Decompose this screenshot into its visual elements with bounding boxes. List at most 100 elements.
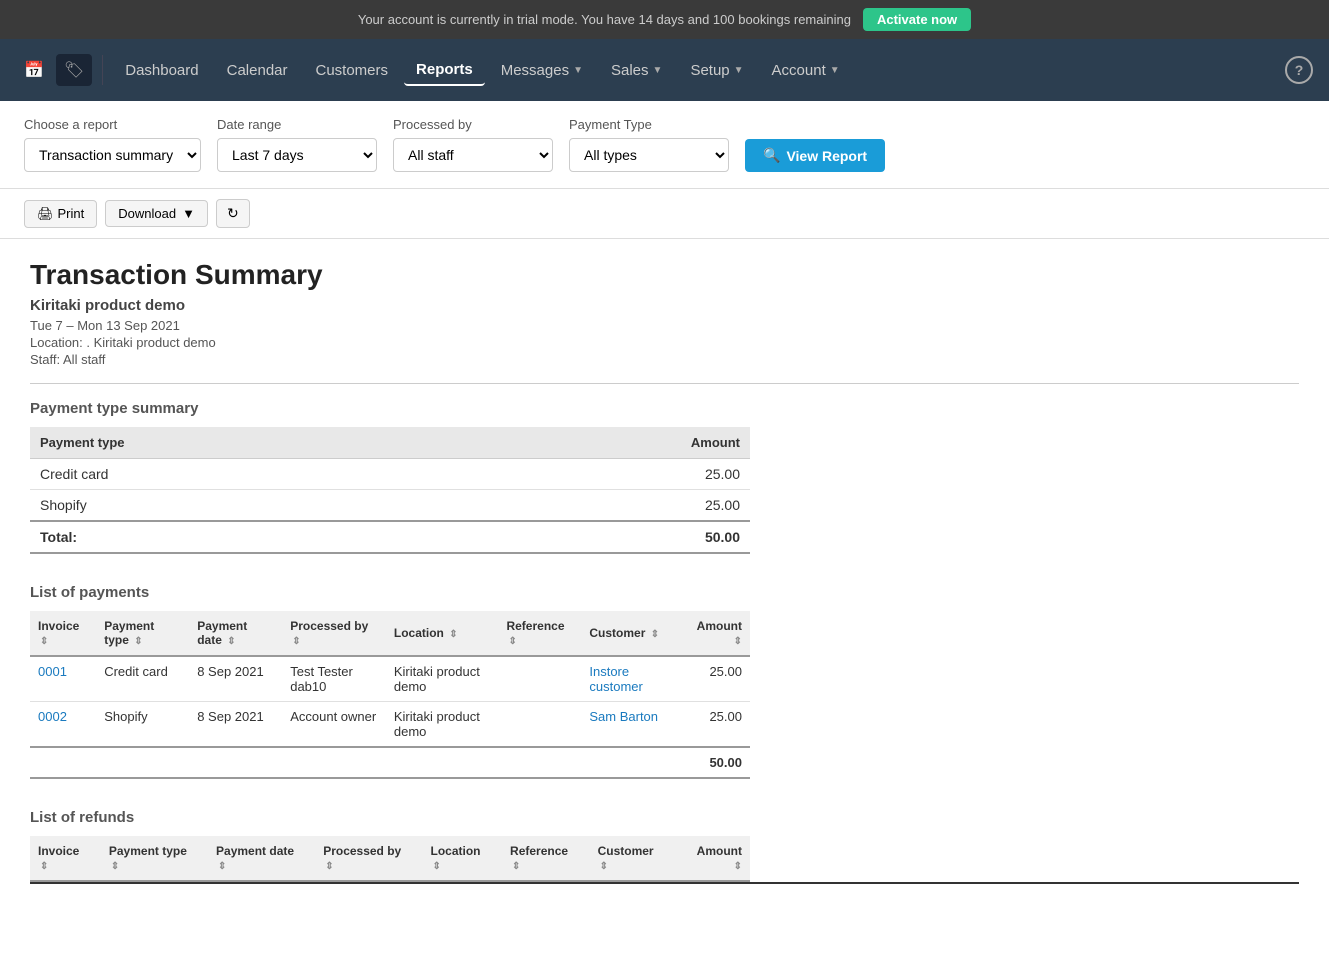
col-invoice[interactable]: Invoice ⇕ xyxy=(30,836,101,881)
refunds-table-header-row: Invoice ⇕ Payment type ⇕ Payment date ⇕ … xyxy=(30,836,750,881)
payments-total-amount: 50.00 xyxy=(680,747,750,778)
download-label: Download xyxy=(118,206,176,221)
action-bar: 🖨 Print Download ▼ ↻ xyxy=(0,189,1329,239)
refund-payment-type-sort-icon: ⇕ xyxy=(111,861,119,872)
nav-dashboard[interactable]: Dashboard xyxy=(113,56,210,85)
view-report-label: View Report xyxy=(786,148,867,164)
sales-arrow-icon: ▼ xyxy=(653,65,663,76)
payment-date-cell: 8 Sep 2021 xyxy=(189,656,282,702)
processed-by-cell: Test Tester dab10 xyxy=(282,656,386,702)
customer-link: Instore customer xyxy=(589,664,642,694)
col-location[interactable]: Location ⇕ xyxy=(386,611,499,656)
refund-amount-sort-icon: ⇕ xyxy=(734,861,742,872)
col-customer[interactable]: Customer ⇕ xyxy=(590,836,676,881)
payment-type-select[interactable]: All types Credit card Shopify Cash xyxy=(569,138,729,172)
reference-sort-icon: ⇕ xyxy=(508,636,516,647)
trial-text: Your account is currently in trial mode.… xyxy=(358,12,851,27)
location-cell: Kiritaki product demo xyxy=(386,656,499,702)
report-title: Transaction Summary xyxy=(30,259,1299,291)
invoice-sort-icon: ⇕ xyxy=(40,636,48,647)
download-button[interactable]: Download ▼ xyxy=(105,200,208,227)
report-filter-label: Choose a report xyxy=(24,117,201,132)
customer-cell[interactable]: Sam Barton xyxy=(581,702,679,748)
refund-reference-sort-icon: ⇕ xyxy=(512,861,520,872)
payments-table-header-row: Invoice ⇕ Payment type ⇕ Payment date ⇕ … xyxy=(30,611,750,656)
customer-cell[interactable]: Instore customer xyxy=(581,656,679,702)
report-wrapper: Transaction Summary Kiritaki product dem… xyxy=(0,239,1329,954)
refunds-table: Invoice ⇕ Payment type ⇕ Payment date ⇕ … xyxy=(30,836,750,882)
report-location: Location: . Kiritaki product demo xyxy=(30,335,1299,350)
payment-type-summary-title: Payment type summary xyxy=(30,400,1299,417)
payment-type-label: Payment Type xyxy=(569,117,729,132)
refund-customer-sort-icon: ⇕ xyxy=(600,861,608,872)
list-of-refunds-title: List of refunds xyxy=(30,809,1299,826)
calendar-icon-button[interactable]: 📅 xyxy=(16,54,52,86)
processed-by-sort-icon: ⇕ xyxy=(292,636,300,647)
nav-sales[interactable]: Sales ▼ xyxy=(599,56,674,85)
view-report-button[interactable]: 🔍 View Report xyxy=(745,139,885,172)
col-invoice[interactable]: Invoice ⇕ xyxy=(30,611,96,656)
col-amount[interactable]: Amount ⇕ xyxy=(680,611,750,656)
amount-sort-icon: ⇕ xyxy=(734,636,742,647)
list-of-payments-section: List of payments Invoice ⇕ Payment type … xyxy=(30,584,1299,779)
refund-location-sort-icon: ⇕ xyxy=(433,861,441,872)
col-location[interactable]: Location ⇕ xyxy=(423,836,503,881)
col-payment-date[interactable]: Payment date ⇕ xyxy=(208,836,315,881)
print-button[interactable]: 🖨 Print xyxy=(24,200,97,228)
amount-cell: 25.00 xyxy=(463,459,750,490)
total-amount: 50.00 xyxy=(463,521,750,553)
date-range-select[interactable]: Today Last 7 days Last 30 days Custom xyxy=(217,138,377,172)
location-cell: Kiritaki product demo xyxy=(386,702,499,748)
col-payment-type[interactable]: Payment type ⇕ xyxy=(101,836,208,881)
payment-type-sort-icon: ⇕ xyxy=(134,636,142,647)
nav-customers[interactable]: Customers xyxy=(304,56,401,85)
invoice-cell[interactable]: 0002 xyxy=(30,702,96,748)
customer-link: Sam Barton xyxy=(589,709,658,724)
payment-type-cell: Credit card xyxy=(30,459,463,490)
report-date-range: Tue 7 – Mon 13 Sep 2021 xyxy=(30,318,1299,333)
reference-cell xyxy=(498,702,581,748)
col-processed-by[interactable]: Processed by ⇕ xyxy=(282,611,386,656)
tag-icon-button[interactable]: 🏷 xyxy=(56,54,92,86)
report-staff: Staff: All staff xyxy=(30,352,1299,367)
location-sort-icon: ⇕ xyxy=(449,629,457,640)
refresh-button[interactable]: ↻ xyxy=(216,199,250,228)
refunds-table-bottom-border xyxy=(30,882,1299,884)
refund-invoice-sort-icon: ⇕ xyxy=(40,861,48,872)
col-amount[interactable]: Amount ⇕ xyxy=(675,836,750,881)
invoice-cell[interactable]: 0001 xyxy=(30,656,96,702)
col-payment-date[interactable]: Payment date ⇕ xyxy=(189,611,282,656)
download-arrow-icon: ▼ xyxy=(182,206,195,221)
nav-calendar[interactable]: Calendar xyxy=(215,56,300,85)
table-row: Credit card 25.00 xyxy=(30,459,750,490)
nav-reports[interactable]: Reports xyxy=(404,55,485,86)
processed-by-select[interactable]: All staff Account owner Test Tester dab1… xyxy=(393,138,553,172)
help-button[interactable]: ? xyxy=(1285,56,1313,84)
table-row: 0001 Credit card 8 Sep 2021 Test Tester … xyxy=(30,656,750,702)
payment-type-filter-group: Payment Type All types Credit card Shopi… xyxy=(569,117,729,172)
nav-divider xyxy=(102,55,103,85)
print-icon: 🖨 xyxy=(37,206,54,222)
activate-button[interactable]: Activate now xyxy=(863,8,971,31)
col-reference[interactable]: Reference ⇕ xyxy=(502,836,590,881)
table-row: Shopify 25.00 xyxy=(30,490,750,522)
col-reference[interactable]: Reference ⇕ xyxy=(498,611,581,656)
processed-by-cell: Account owner xyxy=(282,702,386,748)
nav-messages[interactable]: Messages ▼ xyxy=(489,56,595,85)
list-of-refunds-section: List of refunds Invoice ⇕ Payment type ⇕… xyxy=(30,809,1299,884)
col-payment-type[interactable]: Payment type ⇕ xyxy=(96,611,189,656)
print-label: Print xyxy=(58,206,85,221)
col-processed-by[interactable]: Processed by ⇕ xyxy=(315,836,422,881)
total-spacer xyxy=(30,747,680,778)
nav-setup[interactable]: Setup ▼ xyxy=(678,56,755,85)
invoice-link: 0002 xyxy=(38,709,67,724)
report-divider-1 xyxy=(30,383,1299,384)
col-customer[interactable]: Customer ⇕ xyxy=(581,611,679,656)
payment-date-cell: 8 Sep 2021 xyxy=(189,702,282,748)
refund-payment-date-sort-icon: ⇕ xyxy=(218,861,226,872)
report-select[interactable]: Transaction summary Payment summary Sale… xyxy=(24,138,201,172)
payment-type-cell: Credit card xyxy=(96,656,189,702)
filters-bar: Choose a report Transaction summary Paym… xyxy=(0,101,1329,189)
payment-type-summary-table: Payment type Amount Credit card 25.00 Sh… xyxy=(30,427,750,554)
nav-account[interactable]: Account ▼ xyxy=(760,56,852,85)
